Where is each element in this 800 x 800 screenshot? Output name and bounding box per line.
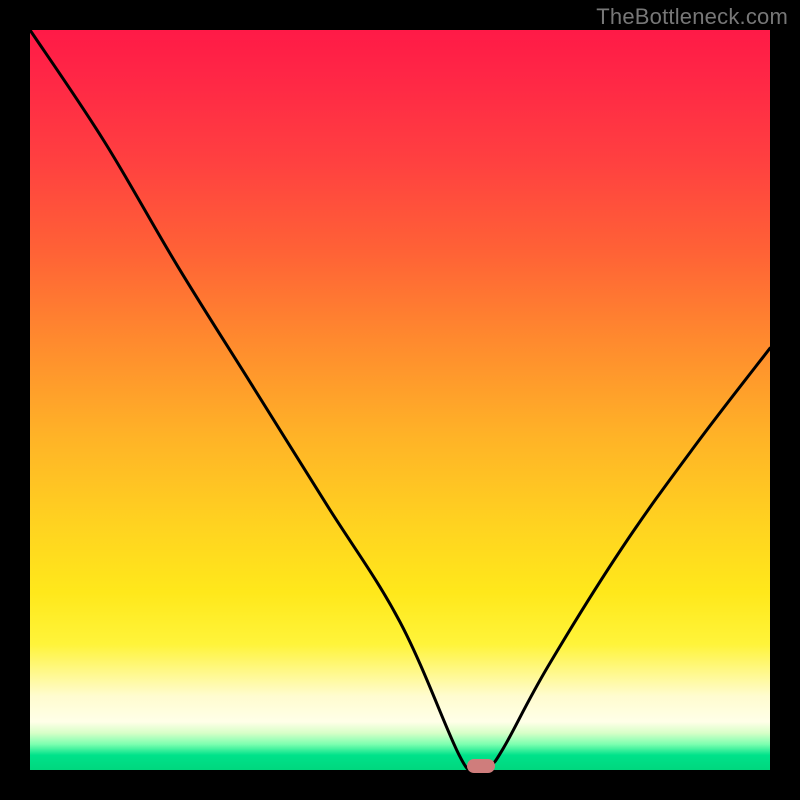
- plot-area: [30, 30, 770, 770]
- optimal-marker: [467, 759, 495, 773]
- curve-svg: [30, 30, 770, 770]
- watermark-text: TheBottleneck.com: [596, 4, 788, 30]
- chart-frame: TheBottleneck.com: [0, 0, 800, 800]
- bottleneck-curve: [30, 30, 770, 770]
